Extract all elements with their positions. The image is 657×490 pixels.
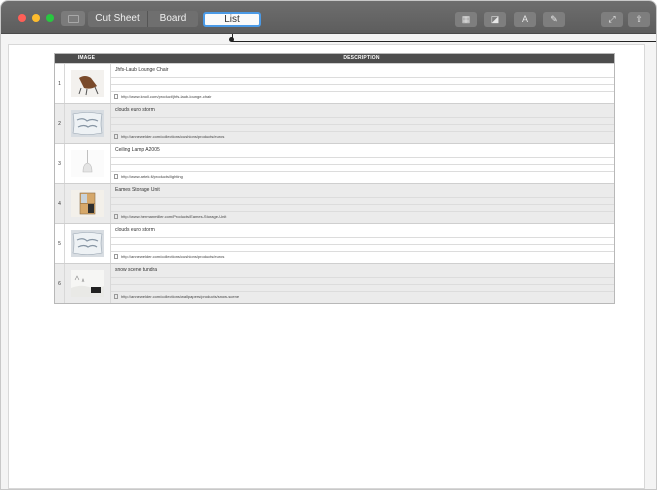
- row-divider: [111, 244, 614, 245]
- item-link[interactable]: http://annewelder.com/collections/wallpa…: [114, 294, 239, 299]
- description-cell: clouds euro storm http://annewelder.com/…: [111, 224, 614, 263]
- description-cell: Jhfs-Laub Lounge Chair http://www.knoll.…: [111, 64, 614, 103]
- image-icon[interactable]: ◪: [484, 12, 506, 27]
- item-title[interactable]: snow scene tundra: [115, 267, 157, 273]
- item-link[interactable]: http://annewelder.com/collections/cushio…: [114, 134, 224, 139]
- item-title[interactable]: Ceiling Lamp A2005: [115, 147, 160, 153]
- table-view-icon[interactable]: ▦: [455, 12, 477, 27]
- tab-cut-sheet[interactable]: Cut Sheet: [88, 11, 148, 27]
- close-window-button[interactable]: [18, 14, 26, 22]
- row-divider: [111, 77, 614, 78]
- title-bar: Cut Sheet Board List ▦ ◪ A ✎ ⤢ ⇧: [1, 1, 656, 34]
- sidebar-toggle-icon[interactable]: [61, 11, 85, 26]
- document-icon: [114, 254, 118, 259]
- row-number: 4: [55, 184, 65, 223]
- pillow-thumbnail[interactable]: [71, 110, 104, 137]
- table-row[interactable]: 5 clouds euro storm http://annewelder.co…: [55, 223, 614, 263]
- document-icon: [114, 94, 118, 99]
- item-url[interactable]: http://annewelder.com/collections/cushio…: [121, 134, 224, 139]
- description-cell: clouds euro storm http://annewelder.com/…: [111, 104, 614, 143]
- item-title[interactable]: Eames Storage Unit: [115, 187, 160, 193]
- pillow-thumbnail[interactable]: [71, 230, 104, 257]
- table-row[interactable]: 3 Ceiling Lamp A2005 http://www.artek.fi…: [55, 143, 614, 183]
- table-header: IMAGE DESCRIPTION: [55, 54, 614, 63]
- number-column-header: [55, 54, 64, 63]
- item-title[interactable]: Jhfs-Laub Lounge Chair: [115, 67, 168, 73]
- document-icon: [114, 174, 118, 179]
- image-cell: [65, 184, 111, 223]
- description-cell: Eames Storage Unit http://www.hermanmill…: [111, 184, 614, 223]
- item-link[interactable]: http://www.hermanmiller.com/Products/Eam…: [114, 214, 226, 219]
- table-row[interactable]: 2 clouds euro storm http://annewelder.co…: [55, 103, 614, 143]
- view-mode-segmented-control: Cut Sheet Board: [88, 11, 198, 27]
- row-divider: [111, 204, 614, 205]
- row-divider: [111, 157, 614, 158]
- item-url[interactable]: http://www.hermanmiller.com/Products/Eam…: [121, 214, 226, 219]
- app-window: Cut Sheet Board List ▦ ◪ A ✎ ⤢ ⇧ IMAGE D…: [0, 0, 657, 490]
- callout-line: [232, 34, 656, 42]
- table-row[interactable]: 6 snow scene tundra http://annewelder.co…: [55, 263, 614, 303]
- row-divider: [111, 131, 614, 132]
- pencil-icon[interactable]: ✎: [543, 12, 565, 27]
- snow-scene-thumbnail[interactable]: [71, 270, 104, 297]
- item-url[interactable]: http://www.knoll.com/product/jhfs-laub-l…: [121, 94, 212, 99]
- item-title[interactable]: clouds euro storm: [115, 107, 155, 113]
- expand-icon[interactable]: ⤢: [601, 12, 623, 27]
- image-cell: [65, 264, 111, 303]
- row-divider: [111, 211, 614, 212]
- row-number: 1: [55, 64, 65, 103]
- item-url[interactable]: http://www.artek.fi/products/lighting: [121, 174, 183, 179]
- description-cell: Ceiling Lamp A2005 http://www.artek.fi/p…: [111, 144, 614, 183]
- table-row[interactable]: 1 Jhfs-Laub Lounge Chair http://www.knol…: [55, 63, 614, 103]
- image-cell: [65, 144, 111, 183]
- image-cell: [65, 104, 111, 143]
- row-divider: [111, 117, 614, 118]
- document-icon: [114, 134, 118, 139]
- image-cell: [65, 64, 111, 103]
- row-divider: [111, 251, 614, 252]
- row-divider: [111, 124, 614, 125]
- row-divider: [111, 84, 614, 85]
- minimize-window-button[interactable]: [32, 14, 40, 22]
- row-number: 5: [55, 224, 65, 263]
- image-column-header: IMAGE: [77, 55, 96, 61]
- item-list-table: IMAGE DESCRIPTION 1 Jhfs-Laub Lounge Cha…: [54, 53, 615, 304]
- tab-board[interactable]: Board: [148, 11, 198, 27]
- item-url[interactable]: http://annewelder.com/collections/cushio…: [121, 254, 224, 259]
- item-title[interactable]: clouds euro storm: [115, 227, 155, 233]
- lamp-thumbnail[interactable]: [71, 150, 104, 177]
- row-number: 3: [55, 144, 65, 183]
- description-column-header: DESCRIPTION: [343, 55, 380, 61]
- row-divider: [111, 291, 614, 292]
- description-cell: snow scene tundra http://annewelder.com/…: [111, 264, 614, 303]
- row-number: 6: [55, 264, 65, 303]
- row-divider: [111, 277, 614, 278]
- document-icon: [114, 214, 118, 219]
- zoom-window-button[interactable]: [46, 14, 54, 22]
- row-divider: [111, 237, 614, 238]
- storage-unit-thumbnail[interactable]: [71, 190, 104, 217]
- tab-list[interactable]: List: [203, 12, 261, 27]
- row-divider: [111, 91, 614, 92]
- row-divider: [111, 164, 614, 165]
- document-icon: [114, 294, 118, 299]
- chair-thumbnail[interactable]: [71, 70, 104, 97]
- table-row[interactable]: 4 Eames Storage Unit http://www.hermanmi…: [55, 183, 614, 223]
- image-cell: [65, 224, 111, 263]
- callout-dot: [229, 37, 234, 42]
- item-link[interactable]: http://annewelder.com/collections/cushio…: [114, 254, 224, 259]
- row-divider: [111, 171, 614, 172]
- share-icon[interactable]: ⇧: [628, 12, 650, 27]
- row-number: 2: [55, 104, 65, 143]
- row-divider: [111, 284, 614, 285]
- item-url[interactable]: http://annewelder.com/collections/wallpa…: [121, 294, 239, 299]
- item-link[interactable]: http://www.artek.fi/products/lighting: [114, 174, 183, 179]
- text-icon[interactable]: A: [514, 12, 536, 27]
- row-divider: [111, 197, 614, 198]
- item-link[interactable]: http://www.knoll.com/product/jhfs-laub-l…: [114, 94, 212, 99]
